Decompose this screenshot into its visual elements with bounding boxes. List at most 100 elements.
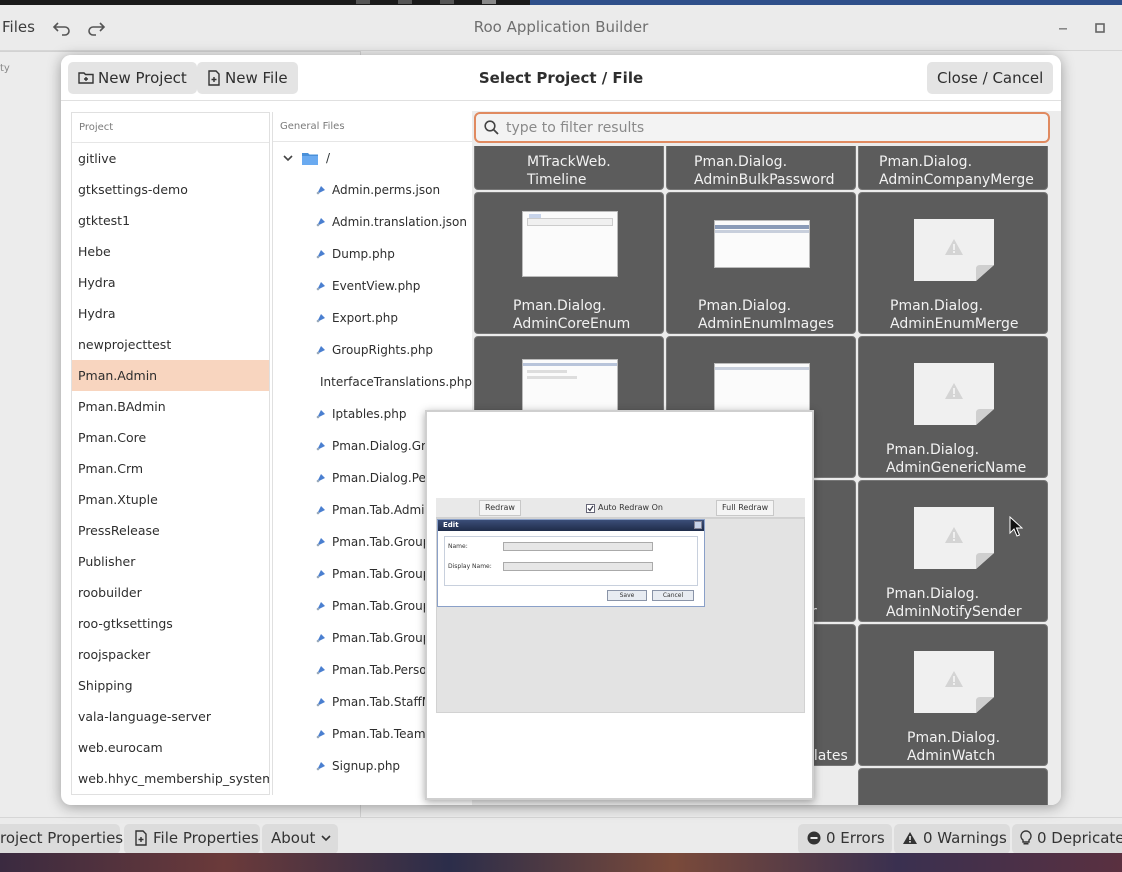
file-list-item[interactable]: Dump.php xyxy=(273,238,472,270)
display-name-field xyxy=(503,562,653,571)
project-list-item[interactable]: Hydra xyxy=(72,267,269,298)
name-field xyxy=(503,542,653,551)
tile-label: Pman.Dialog. AdminNotifySender xyxy=(886,586,1022,620)
file-script-icon xyxy=(316,218,325,227)
bottom-toolbar: roject Properties File Properties About … xyxy=(0,817,1122,857)
redraw-button[interactable]: Redraw xyxy=(479,500,521,516)
project-list-item[interactable]: Pman.Crm xyxy=(72,453,269,484)
file-script-icon xyxy=(316,698,325,707)
project-list-item[interactable]: web.hhyc_membership_system xyxy=(72,763,269,794)
tile[interactable]: Pman.Dialog. AdminGenericName xyxy=(858,336,1048,478)
preview-popup: Redraw Auto Redraw On Full Redraw Edit N… xyxy=(425,410,814,800)
tile-label: MTrackWeb. Timeline xyxy=(527,154,611,188)
project-rows: gitlive gtksettings-demo gtktest1 Hebe Hydra… xyxy=(72,143,269,794)
project-list-item[interactable]: gtktest1 xyxy=(72,205,269,236)
cancel-button: Cancel xyxy=(652,590,694,601)
files-column-header: General Files xyxy=(273,112,472,142)
project-list-item[interactable]: Hydra xyxy=(72,298,269,329)
file-list-item[interactable]: GroupRights.php xyxy=(273,334,472,366)
lightbulb-icon xyxy=(1020,830,1032,845)
file-properties-label: File Properties xyxy=(134,829,259,847)
tile-label: Pman.Dialog. AdminEnumMerge xyxy=(890,298,1019,332)
tile[interactable]: Pman.Dialog. AdminWatch xyxy=(858,624,1048,766)
missing-image-icon xyxy=(914,219,994,281)
dialog-header: New Project New File Select Project / Fi… xyxy=(61,55,1061,101)
tile-label: Pman.Dialog. AdminBulkPassword xyxy=(694,154,835,188)
search-input[interactable]: type to filter results xyxy=(474,112,1050,143)
file-name: Pman.Tab.StaffM xyxy=(332,695,433,709)
tile[interactable]: Pman.Dialog. AdminCoreEnum xyxy=(474,192,664,334)
tile[interactable]: Pman.Dialog. AdminBulkPassword xyxy=(666,146,856,190)
about-text: About xyxy=(271,829,316,847)
auto-redraw-label: Auto Redraw On xyxy=(598,503,663,512)
root-folder-row[interactable]: / xyxy=(273,142,472,174)
project-list-item[interactable]: roo-gtksettings xyxy=(72,608,269,639)
checkbox-checked-icon xyxy=(586,503,595,513)
edit-dialog-preview: Edit Name: Display Name: Save Cancel xyxy=(437,519,705,607)
file-list-item[interactable]: InterfaceTranslations.php xyxy=(273,366,472,398)
file-list-item[interactable]: EventView.php xyxy=(273,270,472,302)
preview-toolbar: Redraw Auto Redraw On Full Redraw xyxy=(436,498,805,518)
minimize-icon[interactable] xyxy=(1055,20,1071,36)
project-list-item[interactable]: Publisher xyxy=(72,546,269,577)
close-cancel-label: Close / Cancel xyxy=(937,69,1044,87)
save-button: Save xyxy=(607,590,647,601)
divider xyxy=(0,51,360,52)
file-list-item[interactable]: Admin.translation.json xyxy=(273,206,472,238)
missing-image-icon xyxy=(914,651,994,713)
file-script-icon xyxy=(316,762,325,771)
depricated-label: 0 Depricated xyxy=(1020,829,1122,847)
full-redraw-button[interactable]: Full Redraw xyxy=(716,500,775,516)
project-list-item[interactable]: web.eurocam xyxy=(72,732,269,763)
file-list-item[interactable]: Export.php xyxy=(273,302,472,334)
mouse-cursor-icon xyxy=(1009,516,1023,537)
close-cancel-button[interactable]: Close / Cancel xyxy=(927,62,1054,94)
project-list: Project gitlive gtksettings-demo gtktest1 H… xyxy=(71,112,270,795)
file-add-icon xyxy=(135,830,147,846)
tile-thumbnail xyxy=(522,211,618,277)
file-name: Admin.translation.json xyxy=(332,215,467,229)
about-label: About xyxy=(271,829,332,847)
folder-icon xyxy=(302,152,318,165)
project-list-item[interactable]: gtksettings-demo xyxy=(72,174,269,205)
missing-image-icon xyxy=(914,507,994,569)
project-list-item[interactable]: PressRelease xyxy=(72,515,269,546)
maximize-icon[interactable] xyxy=(1092,20,1108,36)
warning-icon xyxy=(903,832,917,844)
dialog-title: Select Project / File xyxy=(478,69,644,87)
file-script-icon xyxy=(316,538,325,547)
top-panel-indicator xyxy=(440,0,454,4)
file-script-icon xyxy=(316,250,325,259)
project-list-item[interactable]: roojspacker xyxy=(72,639,269,670)
tile[interactable] xyxy=(858,768,1048,805)
warnings-label: 0 Warnings xyxy=(902,829,1007,847)
file-name: Export.php xyxy=(332,311,398,325)
tile[interactable]: Pman.Dialog. AdminEnumMerge xyxy=(858,192,1048,334)
file-script-icon xyxy=(316,186,325,195)
auto-redraw-toggle[interactable]: Auto Redraw On xyxy=(581,500,668,516)
project-list-item[interactable]: Shipping xyxy=(72,670,269,701)
file-list-item[interactable]: Admin.perms.json xyxy=(273,174,472,206)
file-name: GroupRights.php xyxy=(332,343,434,357)
project-list-item[interactable]: Pman.Admin xyxy=(72,360,269,391)
tile[interactable]: MTrackWeb. Timeline xyxy=(474,146,664,190)
project-list-item[interactable]: Hebe xyxy=(72,236,269,267)
preview-canvas: Edit Name: Display Name: Save Cancel xyxy=(436,518,805,713)
project-list-item[interactable]: gitlive xyxy=(72,143,269,174)
project-list-item[interactable]: Pman.BAdmin xyxy=(72,391,269,422)
top-panel-indicator xyxy=(482,0,496,4)
project-list-item[interactable]: Pman.Xtuple xyxy=(72,484,269,515)
project-list-item[interactable]: newprojecttest xyxy=(72,329,269,360)
file-name: Pman.Tab.Group_ xyxy=(332,535,437,549)
tile[interactable]: Pman.Dialog. AdminNotifySender xyxy=(858,480,1048,622)
project-list-item[interactable]: Pman.Core xyxy=(72,422,269,453)
file-name: Signup.php xyxy=(332,759,401,773)
name-label: Name: xyxy=(448,543,468,550)
tile[interactable]: Pman.Dialog. AdminCompanyMerge xyxy=(858,146,1048,190)
project-list-item[interactable]: roobuilder xyxy=(72,577,269,608)
tile-label: Pman.Dialog. AdminCompanyMerge xyxy=(879,154,1034,188)
file-name: Pman.Tab.Group xyxy=(332,631,431,645)
file-script-icon xyxy=(316,442,325,451)
project-list-item[interactable]: vala-language-server xyxy=(72,701,269,732)
tile[interactable]: Pman.Dialog. AdminEnumImages xyxy=(666,192,856,334)
